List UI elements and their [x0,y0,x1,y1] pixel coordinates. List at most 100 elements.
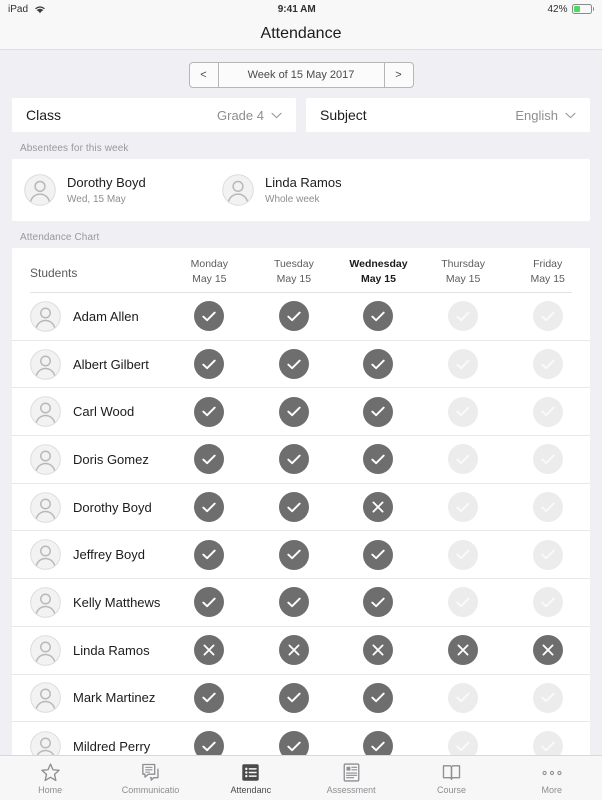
check-icon[interactable] [363,587,394,618]
check-icon[interactable] [532,444,563,475]
attendance-cell[interactable] [505,301,590,332]
attendance-cell[interactable] [505,682,590,713]
check-icon[interactable] [278,396,309,427]
attendance-cell[interactable] [336,587,421,618]
attendance-cell[interactable] [336,539,421,570]
tab-attendanc[interactable]: Attendanc [201,762,301,795]
check-icon[interactable] [363,301,394,332]
attendance-cell[interactable] [421,349,506,380]
attendance-cell[interactable] [421,396,506,427]
attendance-cell[interactable] [421,492,506,523]
tab-assessment[interactable]: Assessment [301,762,401,795]
attendance-cell[interactable] [252,731,337,755]
attendance-cell[interactable] [421,301,506,332]
attendance-cell[interactable] [505,587,590,618]
cross-icon[interactable] [363,635,394,666]
check-icon[interactable] [532,349,563,380]
check-icon[interactable] [363,731,394,755]
cross-icon[interactable] [363,492,394,523]
attendance-cell[interactable] [336,301,421,332]
attendance-cell[interactable] [505,349,590,380]
attendance-cell[interactable] [252,635,337,666]
absentee-item[interactable]: Dorothy Boyd Wed, 15 May [24,174,222,206]
check-icon[interactable] [194,731,225,755]
check-icon[interactable] [448,349,479,380]
attendance-cell[interactable] [167,587,252,618]
attendance-cell[interactable] [252,492,337,523]
next-week-button[interactable]: > [383,62,414,88]
cross-icon[interactable] [532,635,563,666]
tab-communicatio[interactable]: Communicatio [100,762,200,795]
check-icon[interactable] [194,492,225,523]
check-icon[interactable] [194,396,225,427]
attendance-cell[interactable] [505,396,590,427]
check-icon[interactable] [278,444,309,475]
check-icon[interactable] [532,301,563,332]
attendance-cell[interactable] [505,539,590,570]
attendance-cell[interactable] [505,635,590,666]
attendance-cell[interactable] [167,349,252,380]
check-icon[interactable] [448,682,479,713]
attendance-cell[interactable] [421,731,506,755]
cross-icon[interactable] [448,635,479,666]
tab-course[interactable]: Course [401,762,501,795]
attendance-cell[interactable] [421,587,506,618]
check-icon[interactable] [278,682,309,713]
attendance-cell[interactable] [336,492,421,523]
attendance-cell[interactable] [421,444,506,475]
attendance-cell[interactable] [421,682,506,713]
attendance-cell[interactable] [252,587,337,618]
check-icon[interactable] [278,301,309,332]
attendance-cell[interactable] [505,444,590,475]
check-icon[interactable] [278,349,309,380]
attendance-cell[interactable] [167,396,252,427]
class-selector[interactable]: Class Grade 4 [12,98,296,132]
check-icon[interactable] [448,396,479,427]
check-icon[interactable] [448,444,479,475]
attendance-cell[interactable] [252,396,337,427]
attendance-cell[interactable] [167,444,252,475]
check-icon[interactable] [194,539,225,570]
check-icon[interactable] [363,349,394,380]
attendance-cell[interactable] [167,682,252,713]
attendance-cell[interactable] [252,301,337,332]
cross-icon[interactable] [194,635,225,666]
check-icon[interactable] [278,539,309,570]
check-icon[interactable] [448,587,479,618]
attendance-cell[interactable] [252,682,337,713]
absentee-item[interactable]: Linda Ramos Whole week [222,174,420,206]
check-icon[interactable] [278,492,309,523]
attendance-cell[interactable] [336,349,421,380]
attendance-cell[interactable] [167,635,252,666]
attendance-cell[interactable] [252,349,337,380]
attendance-cell[interactable] [336,731,421,755]
tab-more[interactable]: More [502,762,602,795]
check-icon[interactable] [194,349,225,380]
check-icon[interactable] [448,731,479,755]
check-icon[interactable] [363,682,394,713]
attendance-cell[interactable] [167,731,252,755]
attendance-cell[interactable] [336,635,421,666]
check-icon[interactable] [532,396,563,427]
attendance-cell[interactable] [505,492,590,523]
attendance-cell[interactable] [336,444,421,475]
check-icon[interactable] [532,731,563,755]
attendance-cell[interactable] [336,682,421,713]
attendance-cell[interactable] [252,444,337,475]
check-icon[interactable] [194,444,225,475]
cross-icon[interactable] [278,635,309,666]
current-week-label[interactable]: Week of 15 May 2017 [218,62,384,88]
attendance-cell[interactable] [167,539,252,570]
attendance-cell[interactable] [421,539,506,570]
check-icon[interactable] [448,539,479,570]
check-icon[interactable] [194,682,225,713]
check-icon[interactable] [278,731,309,755]
subject-selector[interactable]: Subject English [306,98,590,132]
check-icon[interactable] [532,492,563,523]
check-icon[interactable] [448,301,479,332]
check-icon[interactable] [363,539,394,570]
attendance-cell[interactable] [252,539,337,570]
check-icon[interactable] [363,444,394,475]
check-icon[interactable] [363,396,394,427]
check-icon[interactable] [532,587,563,618]
